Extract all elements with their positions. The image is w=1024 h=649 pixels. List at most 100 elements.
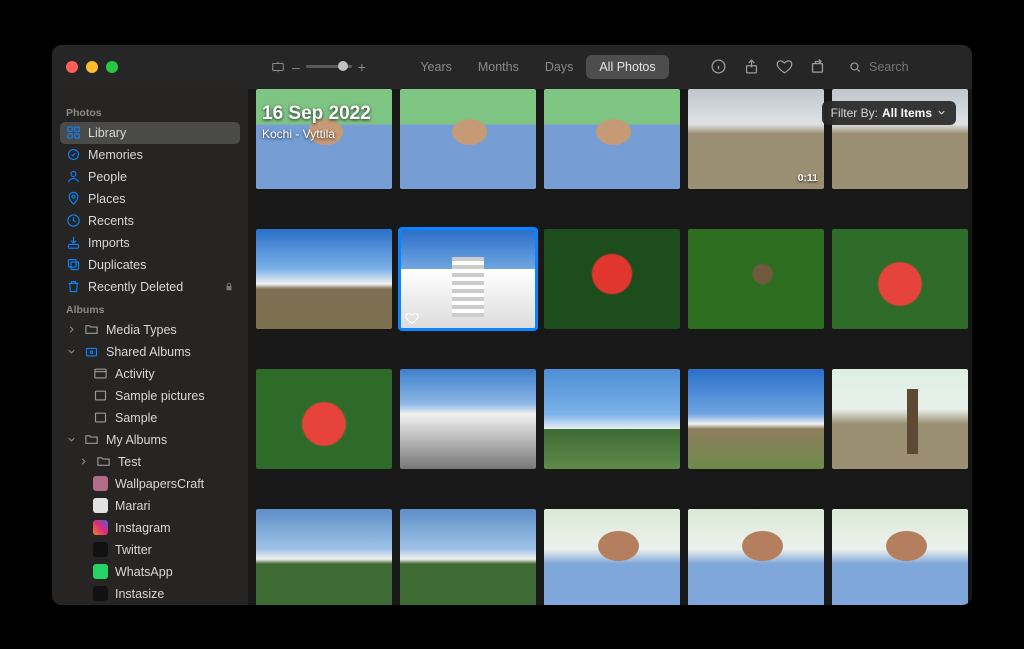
sidebar-item-sample-pictures[interactable]: Sample pictures [60, 385, 240, 407]
album-thumb [93, 564, 108, 579]
sidebar-item-activity[interactable]: Activity [60, 363, 240, 385]
zoom-out-label: – [292, 59, 300, 75]
thumbnail-size-slider[interactable]: – + [270, 59, 366, 75]
duplicates-icon [66, 257, 81, 272]
chevron-down-icon [936, 107, 947, 118]
traffic-lights [66, 61, 118, 73]
date-location: Kochi - Vyttila [262, 127, 371, 141]
sidebar-item-people[interactable]: People [60, 166, 240, 188]
album-thumb [93, 542, 108, 557]
video-duration: 0:11 [798, 172, 818, 184]
filter-pill[interactable]: Filter By: All Items [822, 101, 956, 125]
zoom-slider-track[interactable] [306, 65, 352, 68]
folder-grey-icon [84, 432, 99, 447]
filter-prefix: Filter By: [831, 106, 878, 120]
photo-thumbnail[interactable] [256, 509, 392, 605]
zoom-slider-thumb[interactable] [338, 61, 348, 71]
sidebar-item-label: People [88, 170, 127, 184]
window-close[interactable] [66, 61, 78, 73]
info-icon[interactable] [710, 58, 727, 75]
sidebar-section-photos: Photos [60, 101, 240, 122]
photo-thumbnail[interactable] [688, 369, 824, 469]
sidebar-item-label: Duplicates [88, 258, 146, 272]
window-minimize[interactable] [86, 61, 98, 73]
photo-thumbnail[interactable] [832, 229, 968, 329]
rotate-icon[interactable] [809, 58, 826, 75]
sidebar-item-wallpaperscraft[interactable]: WallpapersCraft [60, 473, 240, 495]
photo-thumbnail[interactable] [544, 509, 680, 605]
view-tab-all-photos[interactable]: All Photos [586, 55, 668, 79]
sidebar-item-label: WhatsApp [115, 565, 173, 579]
sidebar-item-twitter[interactable]: Twitter [60, 539, 240, 561]
search-icon [848, 60, 862, 74]
photo-thumbnail[interactable] [688, 229, 824, 329]
sidebar-item-places[interactable]: Places [60, 188, 240, 210]
sidebar-item-sample[interactable]: Sample [60, 407, 240, 429]
memories-icon [66, 147, 81, 162]
sidebar-item-duplicates[interactable]: Duplicates [60, 254, 240, 276]
sidebar-item-library[interactable]: Library [60, 122, 240, 144]
sidebar-item-memories[interactable]: Memories [60, 144, 240, 166]
photo-thumbnail[interactable] [832, 509, 968, 605]
photo-thumbnail[interactable]: 0:11 [688, 89, 824, 189]
album-thumb [93, 476, 108, 491]
photo-thumbnail[interactable] [832, 369, 968, 469]
lock-icon [224, 281, 234, 292]
sidebar-item-imports[interactable]: Imports [60, 232, 240, 254]
favorite-icon[interactable] [776, 58, 793, 75]
sidebar-item-instasize[interactable]: Instasize [60, 583, 240, 605]
sidebar-item-label: Twitter [115, 543, 152, 557]
sidebar-item-label: Library [88, 126, 126, 140]
imports-icon [66, 235, 81, 250]
sidebar-item-instagram[interactable]: Instagram [60, 517, 240, 539]
photo-thumbnail[interactable] [400, 89, 536, 189]
shared-icon [84, 344, 99, 359]
sidebar-item-media-types[interactable]: Media Types [60, 319, 240, 341]
favorite-badge-icon [405, 311, 419, 325]
window-zoom[interactable] [106, 61, 118, 73]
sidebar-item-label: Sample [115, 411, 157, 425]
photo-thumbnail[interactable] [256, 369, 392, 469]
view-tab-months[interactable]: Months [465, 55, 532, 79]
sidebar-item-label: Places [88, 192, 126, 206]
disclosure-down-icon[interactable] [66, 346, 77, 357]
view-tab-days[interactable]: Days [532, 55, 586, 79]
sidebar-item-label: Recents [88, 214, 134, 228]
recents-icon [66, 213, 81, 228]
disclosure-right-icon[interactable] [78, 456, 89, 467]
photo-row [248, 509, 972, 605]
photo-thumbnail[interactable] [400, 229, 536, 329]
photo-thumbnail[interactable] [256, 229, 392, 329]
sidebar-item-label: WallpapersCraft [115, 477, 204, 491]
date-title: 16 Sep 2022 [262, 103, 371, 125]
photo-thumbnail[interactable] [544, 89, 680, 189]
folder-grey-icon [84, 322, 99, 337]
sidebar-item-label: Imports [88, 236, 130, 250]
search-input[interactable] [867, 59, 947, 75]
toolbar: – + YearsMonthsDaysAll Photos [52, 45, 972, 89]
sidebar-item-shared-albums[interactable]: Shared Albums [60, 341, 240, 363]
photo-thumbnail[interactable] [400, 509, 536, 605]
photo-row [248, 369, 972, 469]
sidebar-item-my-albums[interactable]: My Albums [60, 429, 240, 451]
sidebar-item-whatsapp[interactable]: WhatsApp [60, 561, 240, 583]
sidebar-item-label: Instasize [115, 587, 164, 601]
date-header: 16 Sep 2022 Kochi - Vyttila [262, 103, 371, 141]
photo-thumbnail[interactable] [688, 509, 824, 605]
sidebar-item-recents[interactable]: Recents [60, 210, 240, 232]
disclosure-right-icon[interactable] [66, 324, 77, 335]
sidebar-section-albums: Albums [60, 298, 240, 319]
sidebar-item-label: Memories [88, 148, 143, 162]
view-tab-years[interactable]: Years [407, 55, 465, 79]
share-icon[interactable] [743, 58, 760, 75]
search-field[interactable] [842, 56, 962, 78]
disclosure-down-icon[interactable] [66, 434, 77, 445]
sidebar-item-test[interactable]: Test [60, 451, 240, 473]
photo-thumbnail[interactable] [544, 369, 680, 469]
filter-value: All Items [882, 106, 932, 120]
sidebar-item-recently-deleted[interactable]: Recently Deleted [60, 276, 240, 298]
photo-thumbnail[interactable] [400, 369, 536, 469]
photo-thumbnail[interactable] [544, 229, 680, 329]
sidebar-item-marari[interactable]: Marari [60, 495, 240, 517]
album-thumb [93, 498, 108, 513]
